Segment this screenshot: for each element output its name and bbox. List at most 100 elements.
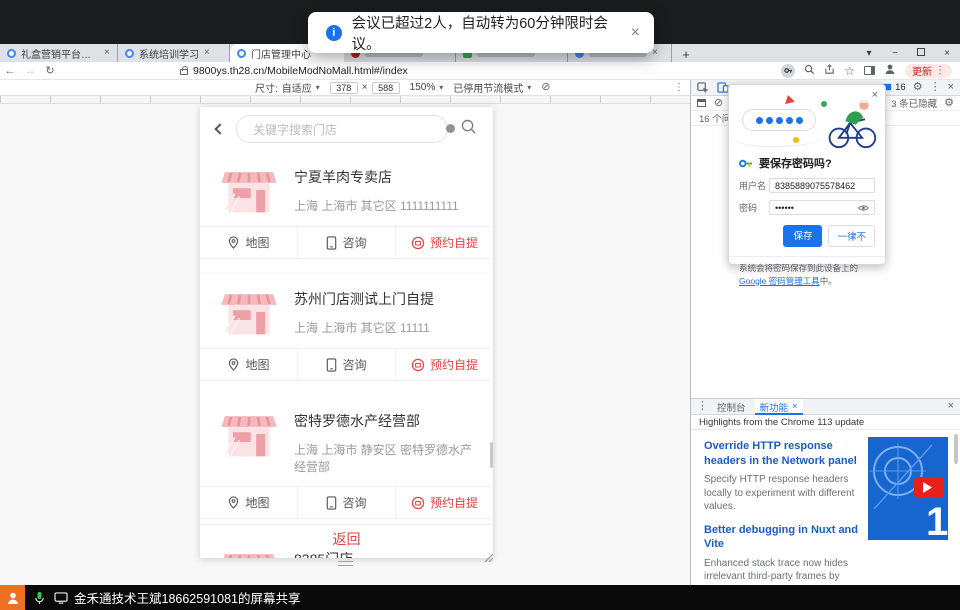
filter-settings-icon[interactable]: ⚙ [944, 98, 954, 109]
chrome-update-button[interactable]: 更新 ⋮ [905, 64, 952, 78]
mobile-viewport: 关键字搜索门店 [200, 107, 493, 558]
pickup-button[interactable]: 预约自提 [395, 227, 493, 258]
url-text: 9800ys.th28.cn/MobileModNoMall.html#/ind… [193, 65, 408, 77]
storefront-icon [220, 287, 278, 337]
store-card[interactable]: 宁夏羊肉专卖店 上海 上海市 其它区 1111111111 地图 咨询 [200, 151, 493, 273]
share-status-text: 金禾通技术王斌18662591081的屏幕共享 [74, 588, 300, 607]
drawer-close-icon[interactable]: × [948, 401, 954, 412]
save-button[interactable]: 保存 [783, 225, 822, 247]
viewport-drag-handle[interactable] [338, 561, 353, 566]
tab-console[interactable]: 控制台 [712, 399, 751, 415]
tab-close-icon[interactable]: × [792, 401, 798, 412]
phone-icon [326, 496, 337, 510]
minimize-button[interactable]: − [882, 48, 908, 59]
throttle-select[interactable]: 已停用节流模式 [453, 80, 523, 95]
side-panel-icon[interactable] [864, 66, 875, 75]
never-button[interactable]: 一律不 [828, 225, 875, 247]
whats-new-link[interactable]: Override HTTP response headers in the Ne… [704, 439, 860, 468]
meeting-toast: i 会议已超过2人，自动转为60分钟限时会议。 × [308, 12, 654, 53]
back-icon[interactable]: ← [0, 65, 20, 77]
dimension-x: × [362, 82, 368, 93]
pickup-icon [411, 236, 425, 250]
tab-whats-new[interactable]: 新功能 × [755, 399, 803, 415]
hidden-messages-text: 3 条已隐藏 [891, 96, 937, 110]
share-icon[interactable] [824, 64, 835, 78]
store-card[interactable]: 密特罗德水产经营部 上海 上海市 静安区 密特罗德水产经营部 地图 咨询 [200, 395, 493, 533]
map-pin-icon [227, 236, 240, 249]
whats-new-header: Highlights from the Chrome 113 update [691, 415, 960, 430]
devtools-menu-icon[interactable]: ⋮ [930, 82, 941, 93]
save-password-dialog: × [728, 84, 886, 265]
consult-button[interactable]: 咨询 [297, 487, 395, 518]
address-bar: ← → ↻ 9800ys.th28.cn/MobileModNoMall.htm… [0, 62, 960, 80]
password-row: 密码 •••••• [739, 200, 875, 215]
store-address: 上海 上海市 其它区 11111 [294, 319, 434, 336]
whats-new-body: Override HTTP response headers in the Ne… [691, 430, 960, 586]
new-tab-button[interactable]: + [678, 46, 694, 62]
reveal-password-eye-icon[interactable] [858, 204, 869, 212]
drawer-menu-icon[interactable]: ⋮ [697, 401, 708, 412]
store-info: 密特罗德水产经营部 上海 上海市 静安区 密特罗德水产经营部 [200, 395, 493, 486]
zoom-select[interactable]: 150% [410, 82, 436, 93]
bookmark-star-icon[interactable]: ☆ [844, 65, 855, 77]
viewport-width-input[interactable] [330, 82, 358, 94]
mobile-scrollbar[interactable] [490, 442, 493, 468]
omnibox[interactable]: 9800ys.th28.cn/MobileModNoMall.html#/ind… [180, 65, 408, 77]
whats-new-desc: Enhanced stack trace now hides irrelevan… [704, 557, 860, 586]
google-key-icon [739, 158, 753, 169]
chevron-down-icon: ▾ [527, 84, 531, 92]
tab-close-icon[interactable]: × [652, 48, 658, 58]
zoom-icon[interactable] [804, 64, 815, 78]
whats-new-link[interactable]: Better debugging in Nuxt and Vite [704, 523, 860, 552]
storefront-icon [220, 165, 278, 215]
username-field[interactable]: 8385889075578462 [769, 178, 875, 193]
pickup-button[interactable]: 预约自提 [395, 487, 493, 518]
tab-close-icon[interactable]: × [204, 48, 210, 58]
touch-cursor-dot [446, 124, 455, 133]
search-icon[interactable] [460, 118, 477, 140]
close-window-button[interactable]: × [934, 48, 960, 59]
map-button[interactable]: 地图 [200, 487, 297, 518]
inspect-icon[interactable] [697, 82, 709, 94]
console-context-icon[interactable] [697, 99, 706, 107]
chevron-down-icon: ▾ [439, 84, 443, 92]
drawer-scrollbar[interactable] [953, 432, 959, 582]
chrome-113-video-thumbnail[interactable]: 1 [868, 437, 948, 540]
pickup-button[interactable]: 预约自提 [395, 349, 493, 380]
size-label: 尺寸: [255, 80, 278, 95]
devtools-close-icon[interactable]: × [948, 82, 954, 93]
toast-close-icon[interactable]: × [631, 24, 640, 42]
tab-gift-platform[interactable]: 礼盒营销平台管理中心 × [0, 44, 118, 62]
device-toolbar-menu-icon[interactable]: ⋮ [674, 82, 684, 93]
profile-avatar[interactable] [884, 63, 896, 78]
person-icon [6, 591, 20, 605]
toast-message: 会议已超过2人，自动转为60分钟限时会议。 [352, 12, 631, 54]
devtools-settings-icon[interactable]: ⚙ [913, 82, 923, 93]
viewport-height-input[interactable] [372, 82, 400, 94]
viewport-resize-handle[interactable] [483, 552, 493, 562]
device-preset-select[interactable]: 自适应 [282, 80, 312, 95]
password-field[interactable]: •••••• [769, 200, 875, 215]
tab-close-icon[interactable]: × [104, 48, 110, 58]
back-chevron-icon[interactable] [214, 123, 225, 134]
screen-icon [54, 592, 68, 604]
store-search-input[interactable]: 关键字搜索门店 [236, 115, 448, 143]
maximize-button[interactable] [908, 48, 934, 59]
addressbar-actions: ☆ 更新 ⋮ [781, 63, 960, 78]
store-card[interactable]: 苏州门店测试上门自提 上海 上海市 其它区 11111 地图 咨询 [200, 273, 493, 395]
refresh-icon[interactable]: ↻ [40, 64, 60, 77]
map-button[interactable]: 地图 [200, 349, 297, 380]
consult-button[interactable]: 咨询 [297, 227, 395, 258]
password-manager-link[interactable]: Google 密码管理工具 [739, 276, 820, 286]
back-button[interactable]: 返回 [200, 524, 493, 552]
clear-console-icon[interactable]: ⊘ [714, 98, 723, 109]
store-name: 苏州门店测试上门自提 [294, 289, 434, 309]
map-button[interactable]: 地图 [200, 227, 297, 258]
password-key-icon[interactable] [781, 64, 795, 78]
store-info: 宁夏羊肉专卖店 上海 上海市 其它区 1111111111 [200, 151, 493, 226]
tab-favicon [7, 49, 16, 58]
tab-training[interactable]: 系统培训学习 × [118, 44, 230, 62]
consult-button[interactable]: 咨询 [297, 349, 395, 380]
forward-icon[interactable]: → [20, 65, 40, 77]
tab-search-icon[interactable]: ▾ [856, 48, 882, 59]
